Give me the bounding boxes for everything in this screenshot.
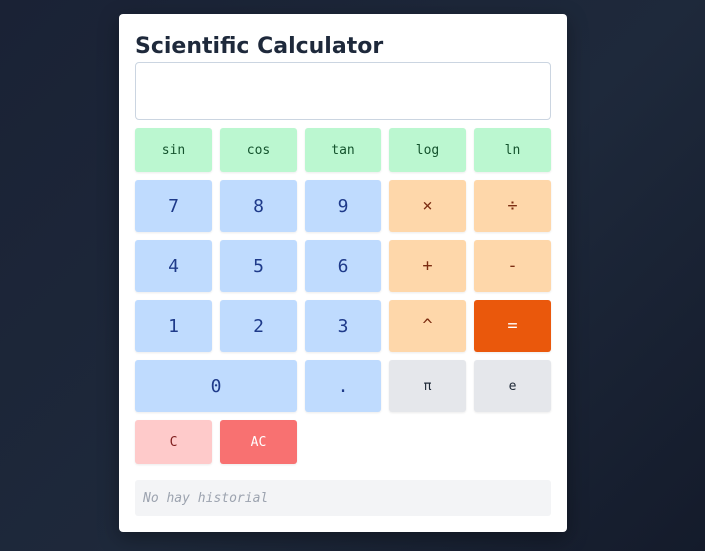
history-panel: No hay historial	[135, 480, 551, 516]
digit-7-button[interactable]: 7	[135, 180, 212, 232]
decimal-button[interactable]: .	[305, 360, 381, 412]
euler-button[interactable]: e	[474, 360, 551, 412]
sin-button[interactable]: sin	[135, 128, 212, 172]
pi-button[interactable]: π	[389, 360, 466, 412]
subtract-button[interactable]: -	[474, 240, 551, 292]
digit-8-button[interactable]: 8	[220, 180, 297, 232]
power-button[interactable]: ^	[389, 300, 466, 352]
history-empty-text: No hay historial	[143, 490, 269, 506]
divide-button[interactable]: ÷	[474, 180, 551, 232]
digit-0-button[interactable]: 0	[135, 360, 297, 412]
calculator-display	[135, 62, 551, 120]
cos-button[interactable]: cos	[220, 128, 297, 172]
page-title: Scientific Calculator	[135, 34, 384, 59]
calculator-card: Scientific Calculator sin cos tan log ln…	[119, 14, 567, 532]
tan-button[interactable]: tan	[305, 128, 381, 172]
log-button[interactable]: log	[389, 128, 466, 172]
digit-6-button[interactable]: 6	[305, 240, 381, 292]
digit-5-button[interactable]: 5	[220, 240, 297, 292]
multiply-button[interactable]: ×	[389, 180, 466, 232]
digit-1-button[interactable]: 1	[135, 300, 212, 352]
digit-3-button[interactable]: 3	[305, 300, 381, 352]
digit-2-button[interactable]: 2	[220, 300, 297, 352]
digit-4-button[interactable]: 4	[135, 240, 212, 292]
clear-button[interactable]: C	[135, 420, 212, 464]
all-clear-button[interactable]: AC	[220, 420, 297, 464]
digit-9-button[interactable]: 9	[305, 180, 381, 232]
equals-button[interactable]: =	[474, 300, 551, 352]
add-button[interactable]: +	[389, 240, 466, 292]
ln-button[interactable]: ln	[474, 128, 551, 172]
